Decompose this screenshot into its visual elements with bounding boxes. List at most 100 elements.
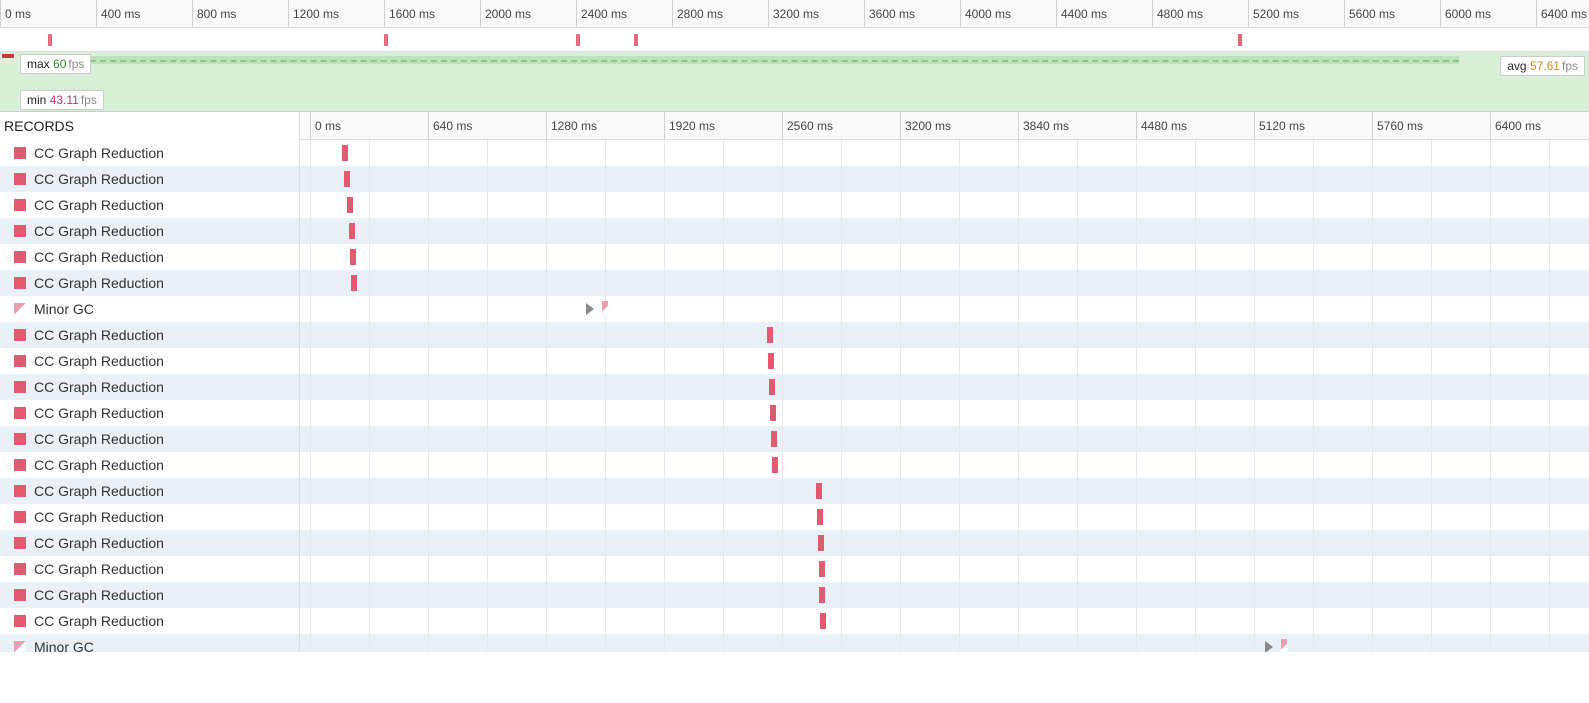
grid-line xyxy=(1549,218,1550,244)
record-timeline-row[interactable] xyxy=(300,556,1589,582)
cc-event[interactable] xyxy=(767,327,773,343)
record-timeline-row[interactable] xyxy=(300,218,1589,244)
cc-event[interactable] xyxy=(770,405,776,421)
cc-event[interactable] xyxy=(351,275,357,291)
records-sidebar[interactable]: RECORDS CC Graph ReductionCC Graph Reduc… xyxy=(0,112,300,652)
record-timeline-row[interactable] xyxy=(300,192,1589,218)
record-row[interactable]: CC Graph Reduction xyxy=(0,478,299,504)
cc-event[interactable] xyxy=(349,223,355,239)
grid-line xyxy=(1431,348,1432,374)
cc-event[interactable] xyxy=(820,613,826,629)
cc-event[interactable] xyxy=(817,509,823,525)
record-timeline-row[interactable] xyxy=(300,296,1589,322)
cc-event[interactable] xyxy=(819,587,825,603)
grid-line xyxy=(310,166,311,192)
record-timeline-row[interactable] xyxy=(300,166,1589,192)
record-timeline-row[interactable] xyxy=(300,478,1589,504)
cc-event[interactable] xyxy=(342,145,348,161)
overview-ruler[interactable]: 0 ms400 ms800 ms1200 ms1600 ms2000 ms240… xyxy=(0,0,1589,28)
overview-marker[interactable] xyxy=(576,34,580,46)
record-row[interactable]: CC Graph Reduction xyxy=(0,192,299,218)
minor-gc-event[interactable] xyxy=(602,301,608,317)
minor-gc-event[interactable] xyxy=(1281,639,1287,652)
cc-event[interactable] xyxy=(772,457,778,473)
record-row[interactable]: CC Graph Reduction xyxy=(0,166,299,192)
record-row[interactable]: CC Graph Reduction xyxy=(0,218,299,244)
grid-line xyxy=(310,556,311,582)
grid-line xyxy=(1254,634,1255,652)
record-row[interactable]: CC Graph Reduction xyxy=(0,322,299,348)
record-timeline-row[interactable] xyxy=(300,530,1589,556)
record-timeline-row[interactable] xyxy=(300,374,1589,400)
cc-event[interactable] xyxy=(818,535,824,551)
overview-marker[interactable] xyxy=(1238,34,1242,46)
record-timeline-row[interactable] xyxy=(300,426,1589,452)
grid-line xyxy=(1136,270,1137,296)
grid-line xyxy=(310,348,311,374)
record-timeline-row[interactable] xyxy=(300,582,1589,608)
grid-line xyxy=(1254,478,1255,504)
records-timeline[interactable]: 0 ms640 ms1280 ms1920 ms2560 ms3200 ms38… xyxy=(300,112,1589,652)
grid-line xyxy=(1490,582,1491,608)
grid-line xyxy=(1490,426,1491,452)
overview-markers[interactable] xyxy=(0,28,1589,52)
grid-line xyxy=(1018,478,1019,504)
grid-line xyxy=(1018,218,1019,244)
grid-line xyxy=(1372,192,1373,218)
record-row[interactable]: CC Graph Reduction xyxy=(0,400,299,426)
record-row[interactable]: CC Graph Reduction xyxy=(0,608,299,634)
record-row[interactable]: CC Graph Reduction xyxy=(0,452,299,478)
record-row[interactable]: CC Graph Reduction xyxy=(0,530,299,556)
record-row[interactable]: CC Graph Reduction xyxy=(0,582,299,608)
record-row[interactable]: CC Graph Reduction xyxy=(0,348,299,374)
record-row[interactable]: CC Graph Reduction xyxy=(0,140,299,166)
grid-line xyxy=(1195,296,1196,322)
record-row[interactable]: Minor GC xyxy=(0,296,299,322)
grid-line xyxy=(1431,192,1432,218)
grid-line xyxy=(1077,348,1078,374)
record-row[interactable]: CC Graph Reduction xyxy=(0,270,299,296)
grid-line xyxy=(900,608,901,634)
grid-line xyxy=(664,166,665,192)
cc-event[interactable] xyxy=(350,249,356,265)
cc-event[interactable] xyxy=(771,431,777,447)
record-row[interactable]: CC Graph Reduction xyxy=(0,244,299,270)
grid-line xyxy=(723,504,724,530)
record-timeline-row[interactable] xyxy=(300,140,1589,166)
record-timeline-row[interactable] xyxy=(300,452,1589,478)
cc-event[interactable] xyxy=(819,561,825,577)
cc-event[interactable] xyxy=(768,353,774,369)
record-timeline-row[interactable] xyxy=(300,244,1589,270)
grid-line xyxy=(1018,374,1019,400)
record-row[interactable]: CC Graph Reduction xyxy=(0,374,299,400)
grid-line xyxy=(959,322,960,348)
records-ruler[interactable]: 0 ms640 ms1280 ms1920 ms2560 ms3200 ms38… xyxy=(300,112,1589,140)
cc-event[interactable] xyxy=(344,171,350,187)
record-timeline-row[interactable] xyxy=(300,270,1589,296)
grid-line xyxy=(605,192,606,218)
grid-line xyxy=(1549,400,1550,426)
cc-event[interactable] xyxy=(347,197,353,213)
grid-line xyxy=(1549,504,1550,530)
grid-line xyxy=(841,296,842,322)
record-row[interactable]: CC Graph Reduction xyxy=(0,426,299,452)
record-timeline-row[interactable] xyxy=(300,504,1589,530)
record-timeline-row[interactable] xyxy=(300,322,1589,348)
record-timeline-row[interactable] xyxy=(300,400,1589,426)
overview-marker[interactable] xyxy=(634,34,638,46)
overview-marker[interactable] xyxy=(48,34,52,46)
record-timeline-row[interactable] xyxy=(300,348,1589,374)
cc-event[interactable] xyxy=(816,483,822,499)
overview-marker[interactable] xyxy=(384,34,388,46)
record-timeline-row[interactable] xyxy=(300,634,1589,652)
record-row[interactable]: CC Graph Reduction xyxy=(0,556,299,582)
expand-icon[interactable] xyxy=(586,303,594,315)
record-timeline-row[interactable] xyxy=(300,608,1589,634)
grid-line xyxy=(900,452,901,478)
record-row[interactable]: Minor GC xyxy=(0,634,299,652)
fps-graph[interactable]: max 60fps min 43.11fps avg 57.61fps xyxy=(0,52,1589,112)
cc-event[interactable] xyxy=(769,379,775,395)
expand-icon[interactable] xyxy=(1265,641,1273,652)
record-row[interactable]: CC Graph Reduction xyxy=(0,504,299,530)
grid-line xyxy=(1549,374,1550,400)
